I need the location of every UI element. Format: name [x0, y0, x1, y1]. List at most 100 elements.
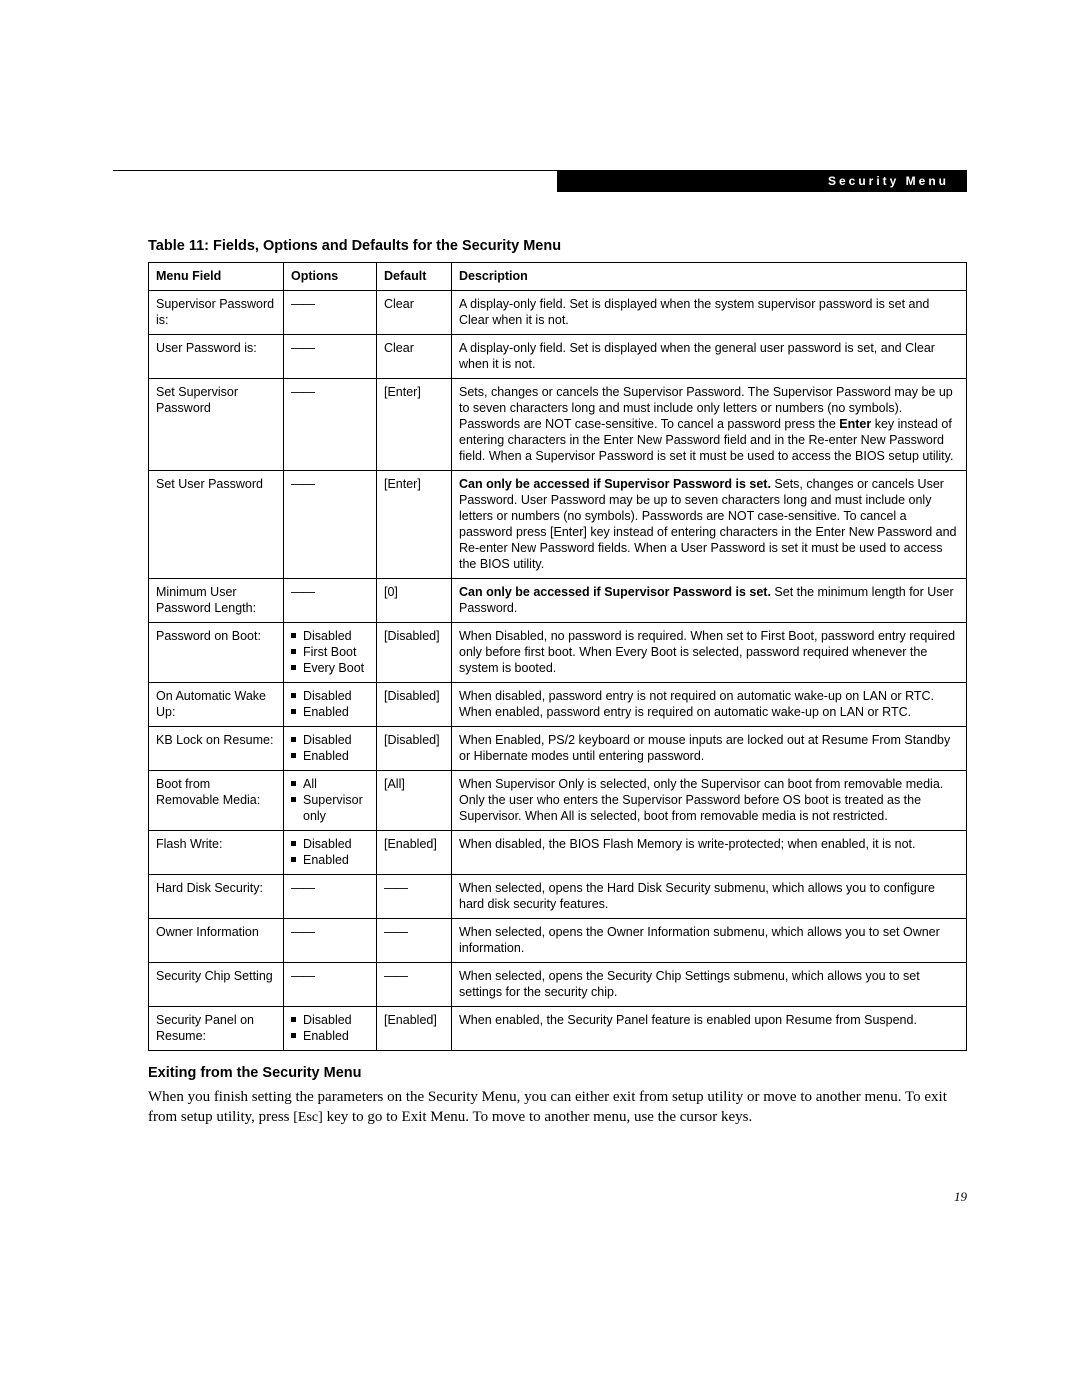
- cell-field: Security Panel on Resume:: [149, 1007, 284, 1051]
- option-item: Disabled: [291, 1012, 369, 1028]
- cell-options: ——: [284, 919, 377, 963]
- em-dash: ——: [291, 881, 314, 895]
- cell-field: On Automatic Wake Up:: [149, 683, 284, 727]
- table-row: On Automatic Wake Up: Disabled Enabled […: [149, 683, 967, 727]
- table-row: Password on Boot: Disabled First Boot Ev…: [149, 623, 967, 683]
- table-row: Supervisor Password is: —— Clear A displ…: [149, 291, 967, 335]
- desc-bold: Can only be accessed if Supervisor Passw…: [459, 477, 771, 491]
- em-dash: ——: [384, 925, 407, 939]
- cell-description: A display-only field. Set is displayed w…: [452, 335, 967, 379]
- cell-description: When selected, opens the Hard Disk Secur…: [452, 875, 967, 919]
- cell-description: When Disabled, no password is required. …: [452, 623, 967, 683]
- cell-description: Can only be accessed if Supervisor Passw…: [452, 579, 967, 623]
- content-area: Table 11: Fields, Options and Defaults f…: [148, 238, 967, 1128]
- option-item: Supervisor only: [291, 792, 369, 824]
- cell-description: When selected, opens the Owner Informati…: [452, 919, 967, 963]
- cell-default: [Enter]: [377, 379, 452, 471]
- cell-default: Clear: [377, 291, 452, 335]
- cell-options: Disabled Enabled: [284, 1007, 377, 1051]
- option-item: Every Boot: [291, 660, 369, 676]
- desc-bold: Enter: [839, 417, 871, 431]
- table-row: Flash Write: Disabled Enabled [Enabled] …: [149, 831, 967, 875]
- em-dash: ——: [291, 585, 314, 599]
- col-options: Options: [284, 263, 377, 291]
- table-row: KB Lock on Resume: Disabled Enabled [Dis…: [149, 727, 967, 771]
- option-item: Enabled: [291, 704, 369, 720]
- cell-description: When disabled, password entry is not req…: [452, 683, 967, 727]
- cell-field: Hard Disk Security:: [149, 875, 284, 919]
- option-item: Disabled: [291, 732, 369, 748]
- cell-default: [Disabled]: [377, 623, 452, 683]
- options-list: Disabled Enabled: [291, 688, 369, 720]
- table-row: Minimum User Password Length: —— [0] Can…: [149, 579, 967, 623]
- desc-bold: Can only be accessed if Supervisor Passw…: [459, 585, 771, 599]
- cell-field: Boot from Removable Media:: [149, 771, 284, 831]
- cell-options: ——: [284, 579, 377, 623]
- table-row: User Password is: —— Clear A display-onl…: [149, 335, 967, 379]
- table-row: Security Panel on Resume: Disabled Enabl…: [149, 1007, 967, 1051]
- cell-default: ——: [377, 963, 452, 1007]
- cell-default: [Enabled]: [377, 831, 452, 875]
- cell-default: [Disabled]: [377, 683, 452, 727]
- table-row: Set User Password —— [Enter] Can only be…: [149, 471, 967, 579]
- option-item: Disabled: [291, 688, 369, 704]
- em-dash: ——: [291, 477, 314, 491]
- table-row: Hard Disk Security: —— —— When selected,…: [149, 875, 967, 919]
- table-row: Owner Information —— —— When selected, o…: [149, 919, 967, 963]
- option-item: Enabled: [291, 748, 369, 764]
- col-menu-field: Menu Field: [149, 263, 284, 291]
- cell-options: Disabled Enabled: [284, 683, 377, 727]
- cell-options: All Supervisor only: [284, 771, 377, 831]
- table-row: Set Supervisor Password —— [Enter] Sets,…: [149, 379, 967, 471]
- cell-description: When Enabled, PS/2 keyboard or mouse inp…: [452, 727, 967, 771]
- cell-field: Set User Password: [149, 471, 284, 579]
- col-description: Description: [452, 263, 967, 291]
- option-item: Enabled: [291, 852, 369, 868]
- em-dash: ——: [291, 297, 314, 311]
- options-list: Disabled Enabled: [291, 836, 369, 868]
- cell-field: Minimum User Password Length:: [149, 579, 284, 623]
- em-dash: ——: [291, 341, 314, 355]
- page-number: 19: [954, 1189, 967, 1205]
- cell-description: When selected, opens the Security Chip S…: [452, 963, 967, 1007]
- cell-field: Password on Boot:: [149, 623, 284, 683]
- cell-options: Disabled Enabled: [284, 727, 377, 771]
- exit-section-body: When you finish setting the parameters o…: [148, 1087, 967, 1128]
- option-item: Disabled: [291, 628, 369, 644]
- em-dash: ——: [384, 881, 407, 895]
- options-list: Disabled First Boot Every Boot: [291, 628, 369, 676]
- cell-default: ——: [377, 919, 452, 963]
- cell-options: ——: [284, 291, 377, 335]
- options-list: All Supervisor only: [291, 776, 369, 824]
- desc-key: [Enter]: [550, 525, 587, 539]
- cell-field: KB Lock on Resume:: [149, 727, 284, 771]
- cell-field: Set Supervisor Password: [149, 379, 284, 471]
- body-text: key to go to Exit Menu. To move to anoth…: [323, 1109, 752, 1125]
- table-row: Boot from Removable Media: All Superviso…: [149, 771, 967, 831]
- cell-field: Flash Write:: [149, 831, 284, 875]
- cell-default: [All]: [377, 771, 452, 831]
- cell-default: [0]: [377, 579, 452, 623]
- section-tab-label: Security Menu: [828, 174, 949, 188]
- cell-field: Owner Information: [149, 919, 284, 963]
- em-dash: ——: [291, 969, 314, 983]
- option-item: Disabled: [291, 836, 369, 852]
- cell-default: [Enter]: [377, 471, 452, 579]
- cell-description: Sets, changes or cancels the Supervisor …: [452, 379, 967, 471]
- table-title: Table 11: Fields, Options and Defaults f…: [148, 238, 967, 254]
- cell-options: ——: [284, 335, 377, 379]
- cell-options: ——: [284, 379, 377, 471]
- cell-field: Security Chip Setting: [149, 963, 284, 1007]
- cell-options: ——: [284, 875, 377, 919]
- cell-field: User Password is:: [149, 335, 284, 379]
- em-dash: ——: [291, 925, 314, 939]
- cell-description: Can only be accessed if Supervisor Passw…: [452, 471, 967, 579]
- cell-description: When Supervisor Only is selected, only t…: [452, 771, 967, 831]
- col-default: Default: [377, 263, 452, 291]
- cell-description: A display-only field. Set is displayed w…: [452, 291, 967, 335]
- table-row: Security Chip Setting —— —— When selecte…: [149, 963, 967, 1007]
- cell-options: Disabled Enabled: [284, 831, 377, 875]
- cell-options: ——: [284, 963, 377, 1007]
- security-menu-table: Menu Field Options Default Description S…: [148, 262, 967, 1051]
- key-esc: [Esc]: [293, 1110, 323, 1125]
